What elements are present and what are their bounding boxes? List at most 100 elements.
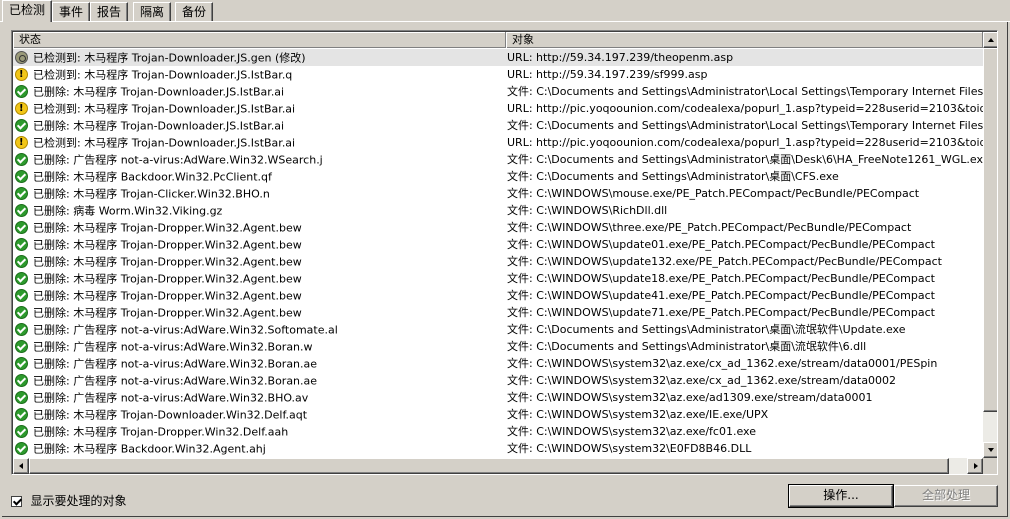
object-cell: URL: http://59.34.197.239/sf999.asp	[507, 68, 708, 81]
warning-icon	[15, 100, 28, 117]
table-row[interactable]: 已删除: 木马程序 Trojan-Dropper.Win32.Agent.bew…	[13, 270, 983, 287]
horizontal-scrollbar[interactable]	[13, 458, 983, 474]
column-object-header[interactable]: 对象	[506, 32, 983, 48]
object-cell: 文件: C:\WINDOWS\mouse.exe/PE_Patch.PEComp…	[507, 187, 920, 200]
table-row[interactable]: 已检测到: 木马程序 Trojan-Downloader.JS.IstBar.a…	[13, 100, 983, 117]
status-cell: 已删除: 木马程序 Trojan-Dropper.Win32.Agent.bew	[15, 270, 505, 287]
table-row[interactable]: 已检测到: 木马程序 Trojan-Downloader.JS.IstBar.a…	[13, 134, 983, 151]
status-text: 已删除: 木马程序 Trojan-Dropper.Win32.Agent.bew	[33, 289, 302, 303]
check-icon	[15, 373, 28, 387]
status-cell: 已删除: 广告程序 not-a-virus:AdWare.Win32.BHO.a…	[15, 389, 505, 406]
check-icon	[15, 441, 28, 455]
status-text: 已删除: 广告程序 not-a-virus:AdWare.Win32.Softo…	[33, 323, 338, 337]
check-icon	[15, 237, 28, 251]
target-icon	[15, 50, 28, 64]
detected-list[interactable]: 状态 对象 已检测到: 木马程序 Trojan-Downloader.JS.ge…	[11, 30, 998, 475]
table-row[interactable]: 已删除: 木马程序 Trojan-Dropper.Win32.Agent.bew…	[13, 236, 983, 253]
table-row[interactable]: 已删除: 木马程序 Trojan-Dropper.Win32.Agent.bew…	[13, 253, 983, 270]
table-row[interactable]: 已删除: 病毒 Worm.Win32.Viking.gz 文件: C:\WINDO…	[13, 202, 983, 219]
status-text: 已删除: 广告程序 not-a-virus:AdWare.Win32.WSear…	[33, 153, 323, 167]
table-row[interactable]: 已删除: 木马程序 Trojan-Dropper.Win32.Delf.aah 文…	[13, 423, 983, 440]
object-cell: 文件: C:\WINDOWS\system32\az.exe/IE.exe/UP…	[507, 408, 769, 421]
check-icon	[15, 220, 28, 234]
scroll-down-button[interactable]	[983, 442, 997, 458]
table-row[interactable]: 已删除: 广告程序 not-a-virus:AdWare.Win32.WSear…	[13, 151, 983, 168]
tab-reports[interactable]: 报告	[90, 2, 129, 21]
table-row[interactable]: 已删除: 广告程序 not-a-virus:AdWare.Win32.Boran…	[13, 372, 983, 389]
show-objects-label: 显示要处理的对象	[30, 494, 127, 508]
object-cell: 文件: C:\Documents and Settings\Administra…	[507, 170, 839, 183]
check-icon	[15, 288, 28, 302]
status-cell: 已检测到: 木马程序 Trojan-Downloader.JS.IstBar.a…	[15, 134, 505, 151]
table-row[interactable]: 已删除: 木马程序 Backdoor.Win32.Agent.ahj 文件: C:…	[13, 440, 983, 457]
check-icon	[15, 186, 28, 200]
table-row[interactable]: 已删除: 木马程序 Trojan-Clicker.Win32.BHO.n 文件: …	[13, 185, 983, 202]
show-objects-toggle[interactable]: 显示要处理的对象	[11, 494, 127, 508]
tab-backup[interactable]: 备份	[175, 2, 214, 21]
vertical-scrollbar[interactable]	[983, 32, 997, 458]
status-cell: 已删除: 木马程序 Trojan-Dropper.Win32.Agent.bew	[15, 219, 505, 236]
table-row[interactable]: 已删除: 广告程序 not-a-virus:AdWare.Win32.Softo…	[13, 321, 983, 338]
status-text: 已删除: 木马程序 Backdoor.Win32.PcClient.qf	[33, 170, 272, 184]
list-rows: 已检测到: 木马程序 Trojan-Downloader.JS.gen (修改)…	[13, 49, 983, 458]
tab-bar: 已检测 事件 报告 隔离 备份	[0, 0, 1010, 22]
check-icon	[15, 390, 28, 404]
status-cell: 已删除: 木马程序 Backdoor.Win32.PcClient.qf	[15, 168, 505, 185]
status-text: 已删除: 木马程序 Backdoor.Win32.Agent.ahj	[33, 442, 266, 456]
object-cell: URL: http://pic.yoqoounion.com/codealexa…	[507, 136, 983, 149]
status-text: 已删除: 病毒 Worm.Win32.Viking.gz	[33, 204, 223, 218]
status-cell: 已删除: 木马程序 Trojan-Dropper.Win32.Agent.bew	[15, 253, 505, 270]
tab-quarantine[interactable]: 隔离	[133, 2, 172, 21]
status-cell: 已删除: 木马程序 Backdoor.Win32.Agent.ahj	[15, 440, 505, 457]
object-cell: 文件: C:\WINDOWS\RichDll.dll	[507, 204, 668, 217]
check-icon	[15, 356, 28, 370]
object-cell: 文件: C:\Documents and Settings\Administra…	[507, 323, 906, 336]
arrow-up-icon	[988, 38, 994, 42]
status-text: 已删除: 木马程序 Trojan-Downloader.JS.IstBar.ai	[33, 85, 285, 99]
process-all-button[interactable]: 全部处理	[894, 485, 998, 507]
status-text: 已删除: 广告程序 not-a-virus:AdWare.Win32.Boran…	[33, 374, 318, 388]
status-text: 已删除: 木马程序 Trojan-Dropper.Win32.Agent.bew	[33, 272, 302, 286]
table-row[interactable]: 已删除: 广告程序 not-a-virus:AdWare.Win32.Boran…	[13, 338, 983, 355]
table-row[interactable]: 已检测到: 木马程序 Trojan-Downloader.JS.gen (修改)…	[13, 49, 983, 66]
status-cell: 已删除: 广告程序 not-a-virus:AdWare.Win32.WSear…	[15, 151, 505, 168]
scroll-right-button[interactable]	[967, 458, 983, 474]
table-row[interactable]: 已检测到: 木马程序 Trojan-Downloader.JS.IstBar.q…	[13, 66, 983, 83]
object-cell: 文件: C:\WINDOWS\update71.exe/PE_Patch.PEC…	[507, 306, 935, 319]
table-row[interactable]: 已删除: 木马程序 Backdoor.Win32.PcClient.qf 文件: …	[13, 168, 983, 185]
table-row[interactable]: 已删除: 木马程序 Trojan-Downloader.JS.IstBar.ai…	[13, 117, 983, 134]
arrow-right-icon	[974, 463, 978, 469]
vertical-scroll-thumb[interactable]	[983, 48, 997, 412]
tab-detected[interactable]: 已检测	[2, 0, 53, 22]
scroll-up-button[interactable]	[983, 32, 997, 48]
table-row[interactable]: 已删除: 广告程序 not-a-virus:AdWare.Win32.Boran…	[13, 355, 983, 372]
check-icon	[15, 271, 28, 285]
horizontal-scroll-thumb[interactable]	[29, 458, 949, 474]
check-icon	[15, 322, 28, 336]
object-cell: 文件: C:\WINDOWS\system32\az.exe/ad1309.ex…	[507, 391, 873, 404]
warning-icon	[15, 66, 28, 83]
tab-events[interactable]: 事件	[52, 2, 91, 21]
status-text: 已删除: 广告程序 not-a-virus:AdWare.Win32.Boran…	[33, 340, 313, 354]
object-cell: 文件: C:\Documents and Settings\Administra…	[507, 85, 983, 98]
table-row[interactable]: 已删除: 木马程序 Trojan-Downloader.JS.IstBar.ai…	[13, 83, 983, 100]
av-detected-window: 已检测 事件 报告 隔离 备份 状态 对象 已检测到: 木马程序 Trojan-…	[0, 0, 1010, 519]
status-cell: 已删除: 广告程序 not-a-virus:AdWare.Win32.Boran…	[15, 355, 505, 372]
table-row[interactable]: 已删除: 木马程序 Trojan-Dropper.Win32.Agent.bew…	[13, 304, 983, 321]
status-text: 已删除: 广告程序 not-a-virus:AdWare.Win32.BHO.a…	[33, 391, 309, 405]
table-row[interactable]: 已删除: 木马程序 Trojan-Dropper.Win32.Agent.bew…	[13, 287, 983, 304]
table-row[interactable]: 已删除: 广告程序 not-a-virus:AdWare.Win32.BHO.a…	[13, 389, 983, 406]
column-status-header[interactable]: 状态	[13, 32, 506, 48]
table-row[interactable]: 已删除: 木马程序 Trojan-Dropper.Win32.Agent.bew…	[13, 219, 983, 236]
scroll-left-button[interactable]	[13, 458, 29, 474]
actions-button[interactable]: 操作...	[789, 485, 893, 507]
table-row[interactable]: 已删除: 木马程序 Trojan-Downloader.Win32.Delf.a…	[13, 406, 983, 423]
object-cell: 文件: C:\WINDOWS\update132.exe/PE_Patch.PE…	[507, 255, 942, 268]
check-icon	[15, 152, 28, 166]
status-text: 已删除: 木马程序 Trojan-Clicker.Win32.BHO.n	[33, 187, 270, 201]
object-cell: 文件: C:\WINDOWS\system32\E0FD8B46.DLL	[507, 442, 752, 455]
status-text: 已删除: 木马程序 Trojan-Dropper.Win32.Agent.bew	[33, 255, 302, 269]
show-objects-checkbox[interactable]	[11, 495, 22, 507]
check-icon	[15, 118, 28, 132]
object-cell: 文件: C:\Documents and Settings\Administra…	[507, 119, 983, 132]
